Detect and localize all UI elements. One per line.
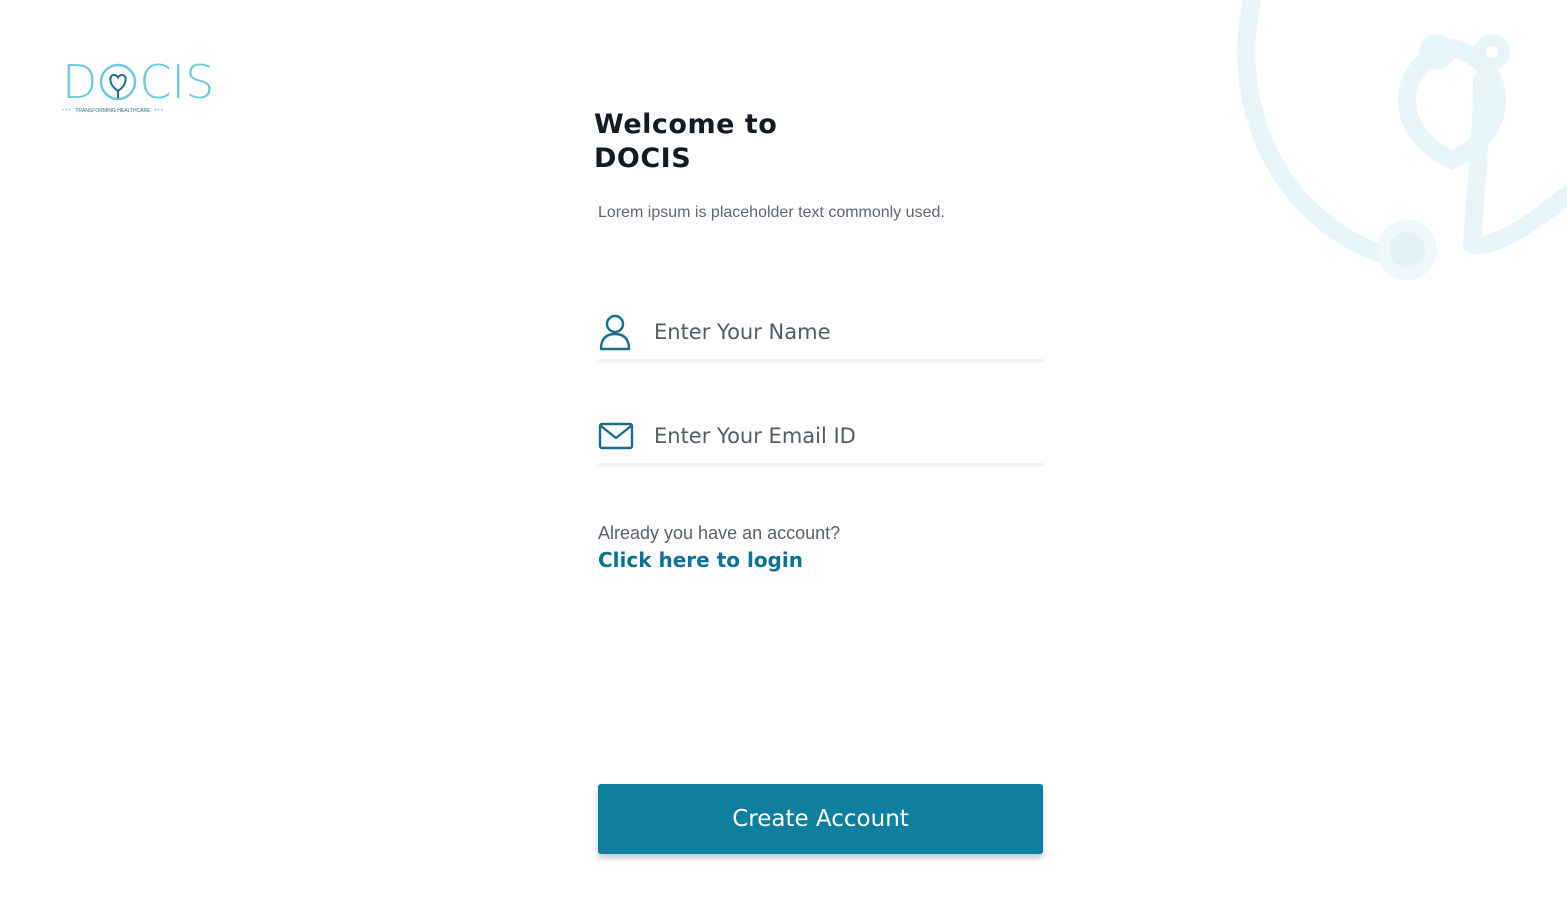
logo-wordmark: D CIS — [62, 56, 222, 108]
create-account-button[interactable]: Create Account — [598, 784, 1043, 854]
stethoscope-watermark-icon — [1237, 0, 1567, 280]
login-question: Already you have an account? — [598, 523, 841, 543]
login-link[interactable]: Click here to login — [598, 546, 803, 574]
docis-logo: D CIS ••• TRANSFORMING HEALTHCARE ••• — [62, 56, 222, 118]
page-subtitle: Lorem ipsum is placeholder text commonly… — [598, 204, 945, 221]
email-field-row — [598, 408, 1044, 466]
signup-form: Welcome to DOCIS Lorem ipsum is placehol… — [594, 108, 1046, 572]
page-title: Welcome to DOCIS — [594, 108, 1046, 176]
logo-tagline: TRANSFORMING HEALTHCARE — [75, 108, 151, 114]
logo-dots-right: ••• — [154, 108, 164, 114]
name-input[interactable] — [654, 319, 1034, 344]
login-prompt: Already you have an account? Click here … — [598, 520, 840, 574]
mail-icon — [598, 416, 638, 456]
logo-letters-right: CIS — [139, 55, 215, 109]
name-field-row — [598, 304, 1044, 362]
logo-letters-left: D — [62, 55, 98, 109]
title-line-1: Welcome to — [594, 109, 778, 140]
title-line-2: DOCIS — [594, 143, 692, 174]
email-input[interactable] — [654, 423, 1034, 448]
logo-heart-stethoscope-icon — [100, 63, 137, 101]
user-icon — [598, 312, 638, 352]
signup-page: D CIS ••• TRANSFORMING HEALTHCARE ••• We… — [0, 0, 1567, 900]
logo-dots-left: ••• — [62, 108, 72, 114]
